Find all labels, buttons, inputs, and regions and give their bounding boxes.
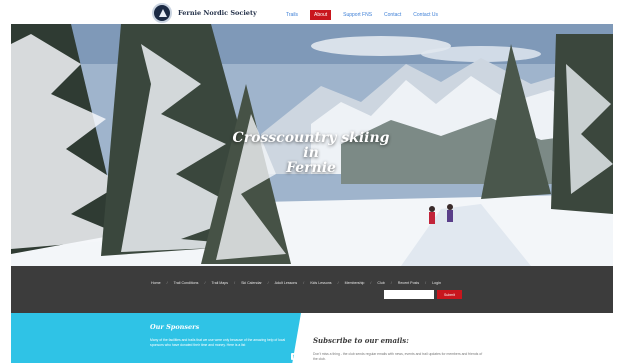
site-name: Fernie Nordic Society [178,9,257,17]
menu-link-adult-lessons[interactable]: Adult Lessons [275,281,298,285]
menu-link-ski-calendar[interactable]: Ski Calendar [241,281,262,285]
hero-title-line-2: Fernie [286,160,336,176]
menu-link-home[interactable]: Home [151,281,161,285]
subscribe-text: Don't miss a thing - the club sends regu… [313,352,483,361]
sponsors-panel: Our Sponsers Many of the facilities and … [11,313,301,363]
menu-link-membership[interactable]: Membership [345,281,365,285]
menu-link-trail-conditions[interactable]: Trail Conditions [174,281,199,285]
menu-link-kids-lessons[interactable]: Kids Lessons [310,281,331,285]
nav-link-support[interactable]: Support FNS [343,11,372,19]
logo-icon [152,3,172,23]
nav-link-contact[interactable]: Contact [384,11,401,19]
subscribe-heading: Subscribe to our emails: [313,336,409,345]
site-logo[interactable]: Fernie Nordic Society [152,3,257,23]
image-icon[interactable] [291,353,299,360]
hero-banner: Crosscountry skiing in Fernie [11,24,613,266]
menu-separator: / [337,281,339,285]
menu-link-club[interactable]: Club [377,281,384,285]
subscribe-panel: Subscribe to our emails: Don't miss a th… [301,313,624,363]
sponsors-heading: Our Sponsers [150,323,200,331]
search-submit-button[interactable]: Submit [437,290,462,299]
main-nav: Trails About Support FNS Contact Contact… [286,10,450,20]
menu-separator: / [303,281,305,285]
menu-link-recent-posts[interactable]: Recent Posts [398,281,419,285]
menu-separator: / [390,281,392,285]
search-input[interactable] [384,290,434,299]
hero-title: Crosscountry skiing in Fernie [226,131,396,176]
nav-link-trails[interactable]: Trails [286,11,298,19]
menu-separator: / [234,281,236,285]
secondary-menu-bar: Home / Trail Conditions / Trail Maps / Ski … [11,266,613,313]
nav-link-about[interactable]: About [310,10,332,20]
nav-link-contact-us[interactable]: Contact Us [413,11,438,19]
secondary-nav: Home / Trail Conditions / Trail Maps / Ski … [151,281,447,285]
menu-separator: / [267,281,269,285]
sponsors-text: Many of the facilities and trails that w… [150,338,286,347]
menu-separator: / [370,281,372,285]
menu-link-trail-maps[interactable]: Trail Maps [211,281,228,285]
hero-title-line-1: Crosscountry skiing in [232,130,390,161]
menu-separator: / [425,281,427,285]
menu-link-login[interactable]: Login [432,281,441,285]
site-header: Fernie Nordic Society Trails About Suppo… [0,0,624,24]
menu-separator: / [204,281,206,285]
menu-separator: / [166,281,168,285]
